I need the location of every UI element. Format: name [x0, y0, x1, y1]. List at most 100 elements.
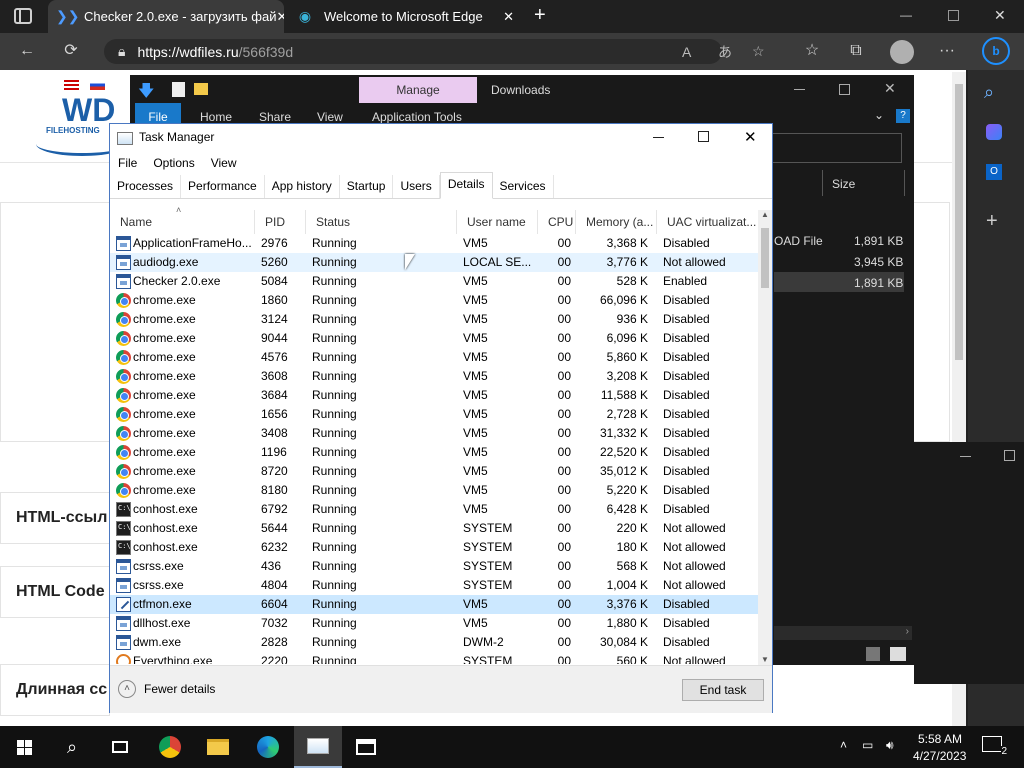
explorer-search-box[interactable]	[770, 133, 902, 163]
favorites-icon[interactable]: ☆	[799, 39, 825, 63]
long-link-button[interactable]: Длинная сс	[0, 664, 110, 716]
bg-maximize-button[interactable]	[1004, 450, 1015, 461]
search-icon[interactable]: ⌕	[984, 82, 994, 103]
end-task-button[interactable]: End task	[682, 679, 764, 701]
bing-copilot-icon[interactable]: b	[982, 37, 1010, 65]
add-favorite-icon[interactable]: ☆	[752, 43, 765, 60]
bg-minimize-button[interactable]	[960, 456, 971, 457]
tab-performance[interactable]: Performance	[181, 175, 265, 198]
qat-properties-icon[interactable]	[172, 82, 185, 97]
qat-folder-icon[interactable]	[194, 83, 208, 95]
process-row[interactable]: ApplicationFrameHo... 2976 Running VM5 00 3,3…	[110, 234, 758, 253]
ribbon-home-tab[interactable]: Home	[200, 110, 232, 124]
process-row[interactable]: chrome.exe 1860 Running VM5 00 66,096 K Disabl…	[110, 291, 758, 310]
column-user-name[interactable]: User name	[457, 210, 538, 234]
clock-time[interactable]: 5:58 AM	[918, 732, 962, 746]
restore-window-button[interactable]	[948, 10, 959, 21]
copilot-icon[interactable]	[986, 124, 1002, 140]
tab-welcome-edge[interactable]: ◉ Welcome to Microsoft Edge ✕	[288, 0, 524, 33]
ribbon-file-tab[interactable]: File	[135, 103, 181, 123]
new-tab-button[interactable]: +	[534, 4, 546, 27]
close-tab-icon[interactable]: ✕	[276, 9, 284, 25]
fewer-details-link[interactable]: Fewer details	[144, 682, 215, 696]
process-row[interactable]: conhost.exe 6792 Running VM5 00 6,428 K Disabl…	[110, 500, 758, 519]
process-row[interactable]: Checker 2.0.exe 5084 Running VM5 00 528 K Enab…	[110, 272, 758, 291]
process-row[interactable]: chrome.exe 3684 Running VM5 00 11,588 K Disabl…	[110, 386, 758, 405]
ribbon-application-tools-tab[interactable]: Application Tools	[372, 110, 462, 124]
process-row[interactable]: dllhost.exe 7032 Running VM5 00 1,880 K Disabl…	[110, 614, 758, 633]
process-row[interactable]: chrome.exe 3124 Running VM5 00 936 K Disabled	[110, 310, 758, 329]
process-row[interactable]: chrome.exe 1656 Running VM5 00 2,728 K Disable…	[110, 405, 758, 424]
column-name[interactable]: Name	[110, 210, 255, 234]
tm-maximize-button[interactable]	[698, 131, 709, 142]
close-window-button[interactable]: ✕	[994, 7, 1006, 24]
ribbon-view-tab[interactable]: View	[317, 110, 343, 124]
process-row[interactable]: chrome.exe 3408 Running VM5 00 31,332 K Disabl…	[110, 424, 758, 443]
size-column-header[interactable]: Size	[832, 177, 855, 191]
profile-avatar[interactable]	[890, 40, 914, 64]
collections-icon[interactable]: ⧉	[843, 39, 869, 63]
read-aloud-icon[interactable]: A	[682, 44, 691, 60]
explorer-close-button[interactable]: ✕	[884, 80, 896, 97]
process-row[interactable]: conhost.exe 6232 Running SYSTEM 00 180 K Not a…	[110, 538, 758, 557]
back-button[interactable]: ←	[14, 39, 40, 63]
process-row[interactable]: csrss.exe 4804 Running SYSTEM 00 1,004 K Not a…	[110, 576, 758, 595]
notifications-button[interactable]: 2	[982, 736, 1007, 757]
tab-processes[interactable]: Processes	[110, 175, 182, 198]
help-icon[interactable]: ?	[896, 109, 910, 123]
process-row[interactable]: ctfmon.exe 6604 Running VM5 00 3,376 K Disable…	[110, 595, 758, 614]
process-row[interactable]: chrome.exe 3608 Running VM5 00 3,208 K Disable…	[110, 367, 758, 386]
settings-more-button[interactable]: ···	[934, 39, 960, 63]
search-button[interactable]: ⌕	[48, 726, 96, 768]
clock-date[interactable]: 4/27/2023	[913, 749, 966, 763]
explorer-maximize-button[interactable]	[839, 84, 850, 95]
site-logo[interactable]: WD	[62, 92, 115, 129]
add-sidebar-icon[interactable]: +	[986, 210, 998, 233]
network-icon[interactable]: ▭	[862, 738, 873, 752]
tab-services[interactable]: Services	[493, 175, 554, 198]
task-manager-taskbar-button[interactable]	[294, 726, 342, 768]
tab-users[interactable]: Users	[393, 175, 440, 198]
process-row[interactable]: Everything.exe 2220 Running SYSTEM 00 560 K No…	[110, 652, 758, 664]
menu-options[interactable]: Options	[145, 152, 202, 174]
tm-minimize-button[interactable]	[653, 137, 664, 138]
start-button[interactable]	[0, 726, 48, 768]
tab-startup[interactable]: Startup	[340, 175, 394, 198]
process-row[interactable]: chrome.exe 1196 Running VM5 00 22,520 K Disabl…	[110, 443, 758, 462]
tm-close-button[interactable]: ✕	[744, 128, 757, 146]
process-row[interactable]: chrome.exe 8180 Running VM5 00 5,220 K Disable…	[110, 481, 758, 500]
minimize-window-button[interactable]: —	[900, 8, 912, 22]
close-tab-icon[interactable]: ✕	[503, 9, 514, 25]
refresh-button[interactable]: ⟳	[58, 39, 84, 63]
show-hidden-icons[interactable]: ˄	[840, 738, 847, 752]
explorer-minimize-button[interactable]	[794, 89, 805, 90]
column-memory[interactable]: Memory (a...	[576, 210, 657, 234]
tab-details[interactable]: Details	[439, 172, 493, 199]
process-row[interactable]: chrome.exe 4576 Running VM5 00 5,860 K Disable…	[110, 348, 758, 367]
tab-app-history[interactable]: App history	[265, 175, 340, 198]
column-status[interactable]: Status	[306, 210, 457, 234]
translate-icon[interactable]: あ	[718, 42, 732, 62]
fewer-details-icon[interactable]: ˄	[118, 680, 136, 698]
process-row[interactable]: chrome.exe 9044 Running VM5 00 6,096 K Disable…	[110, 329, 758, 348]
column-uac[interactable]: UAC virtualizat...	[657, 210, 758, 234]
outlook-icon[interactable]: O	[986, 164, 1002, 180]
process-row[interactable]: chrome.exe 8720 Running VM5 00 35,012 K Disabl…	[110, 462, 758, 481]
volume-icon[interactable]: 🔊︎	[886, 738, 894, 753]
process-row[interactable]: conhost.exe 5644 Running SYSTEM 00 220 K Not a…	[110, 519, 758, 538]
process-list-scrollbar[interactable]: ▲ ▼	[758, 210, 772, 666]
edge-taskbar-button[interactable]	[244, 726, 292, 768]
html-code-button[interactable]: HTML Code	[0, 566, 110, 618]
process-row[interactable]: dwm.exe 2828 Running DWM-2 00 30,084 K Disable…	[110, 633, 758, 652]
menu-view[interactable]: View	[203, 152, 245, 174]
details-view-icon[interactable]	[866, 647, 880, 661]
tab-actions-icon[interactable]	[14, 8, 32, 24]
process-row[interactable]: audiodg.exe 5260 Running LOCAL SE... 00 3,776…	[110, 253, 758, 272]
tab-checker[interactable]: ❯❯ Checker 2.0.exe - загрузить фай ✕	[48, 0, 284, 33]
task-view-button[interactable]	[96, 726, 144, 768]
menu-file[interactable]: File	[110, 152, 145, 174]
large-icons-view-icon[interactable]	[890, 647, 906, 661]
process-row[interactable]: csrss.exe 436 Running SYSTEM 00 568 K Not allo…	[110, 557, 758, 576]
expand-ribbon-icon[interactable]: ⌄	[874, 108, 884, 122]
manage-tab[interactable]: Manage	[359, 77, 477, 103]
